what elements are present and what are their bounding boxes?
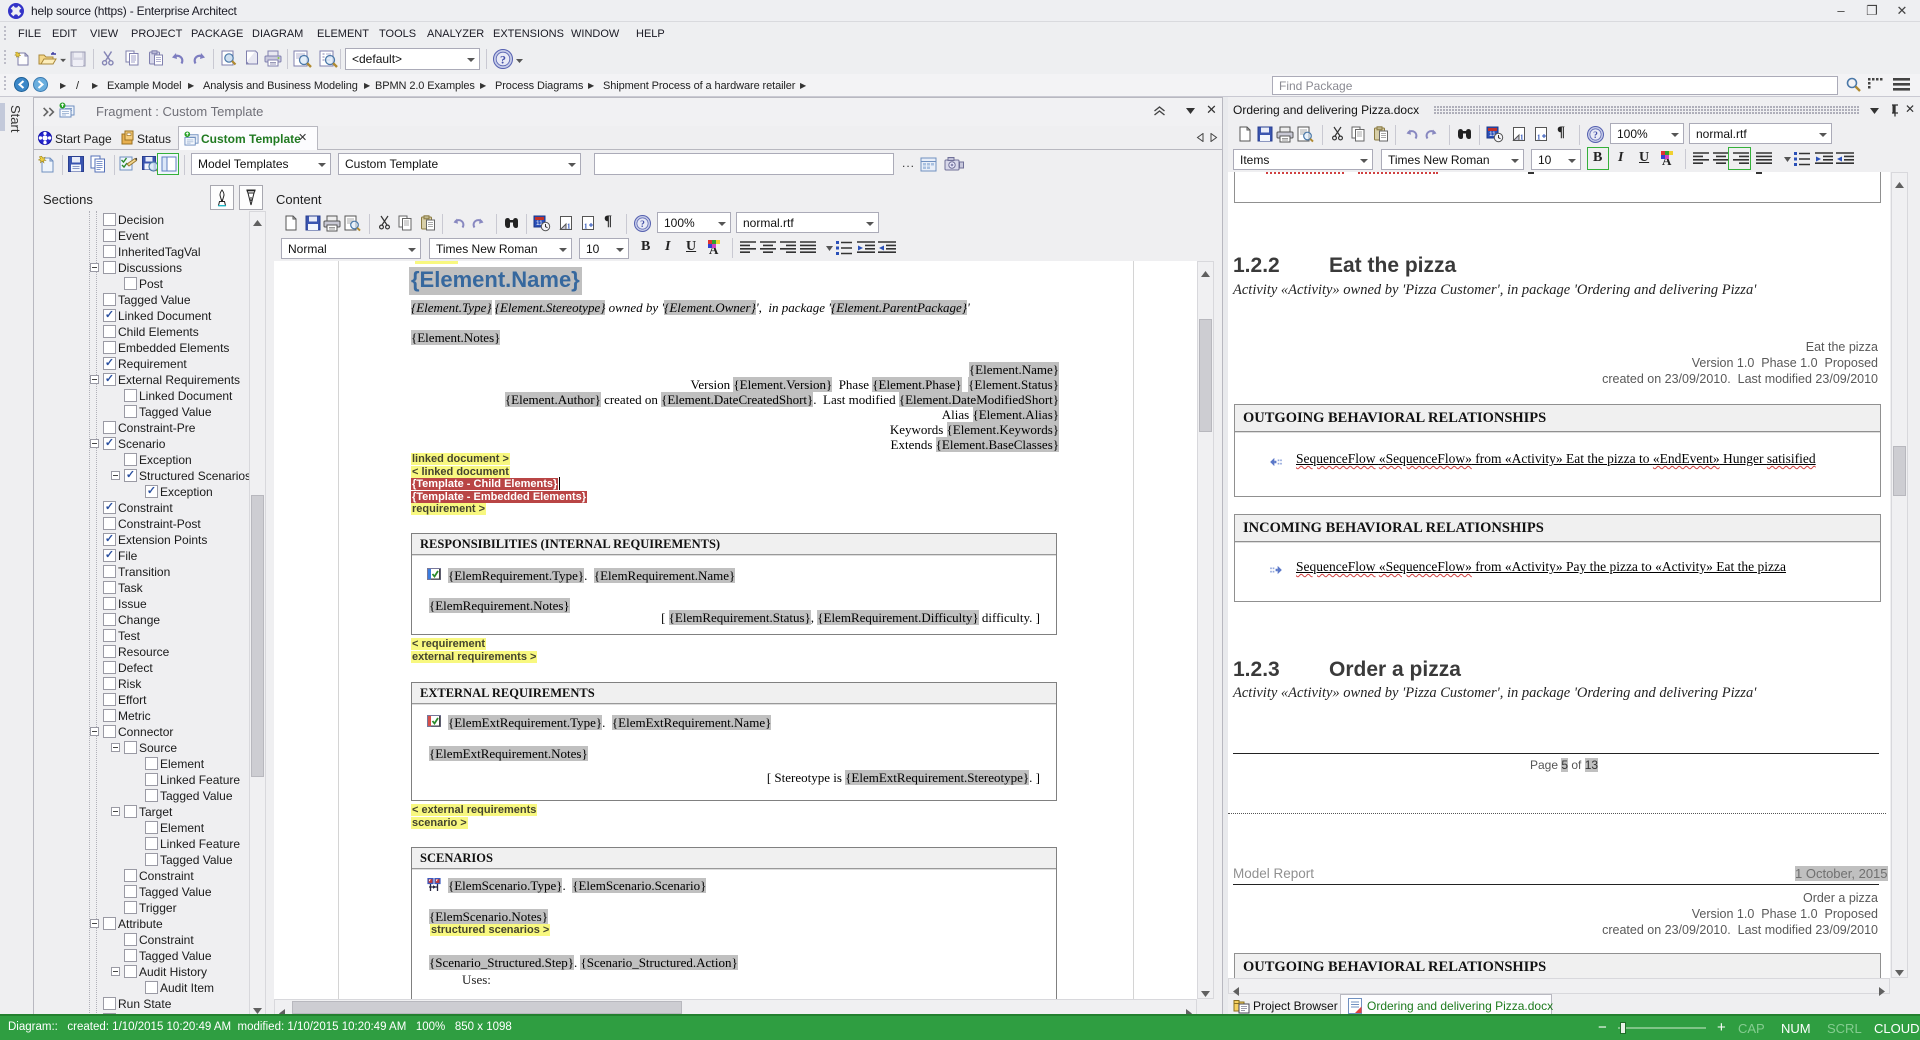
svg-text:1: 1 — [584, 223, 588, 231]
svg-text:?: ? — [500, 53, 506, 67]
svg-text:1: 1 — [1537, 134, 1541, 142]
svg-text:1: 1 — [567, 223, 571, 231]
svg-text:?: ? — [640, 220, 645, 230]
svg-text:1: 1 — [1520, 134, 1524, 142]
svg-text:?: ? — [1593, 131, 1598, 141]
